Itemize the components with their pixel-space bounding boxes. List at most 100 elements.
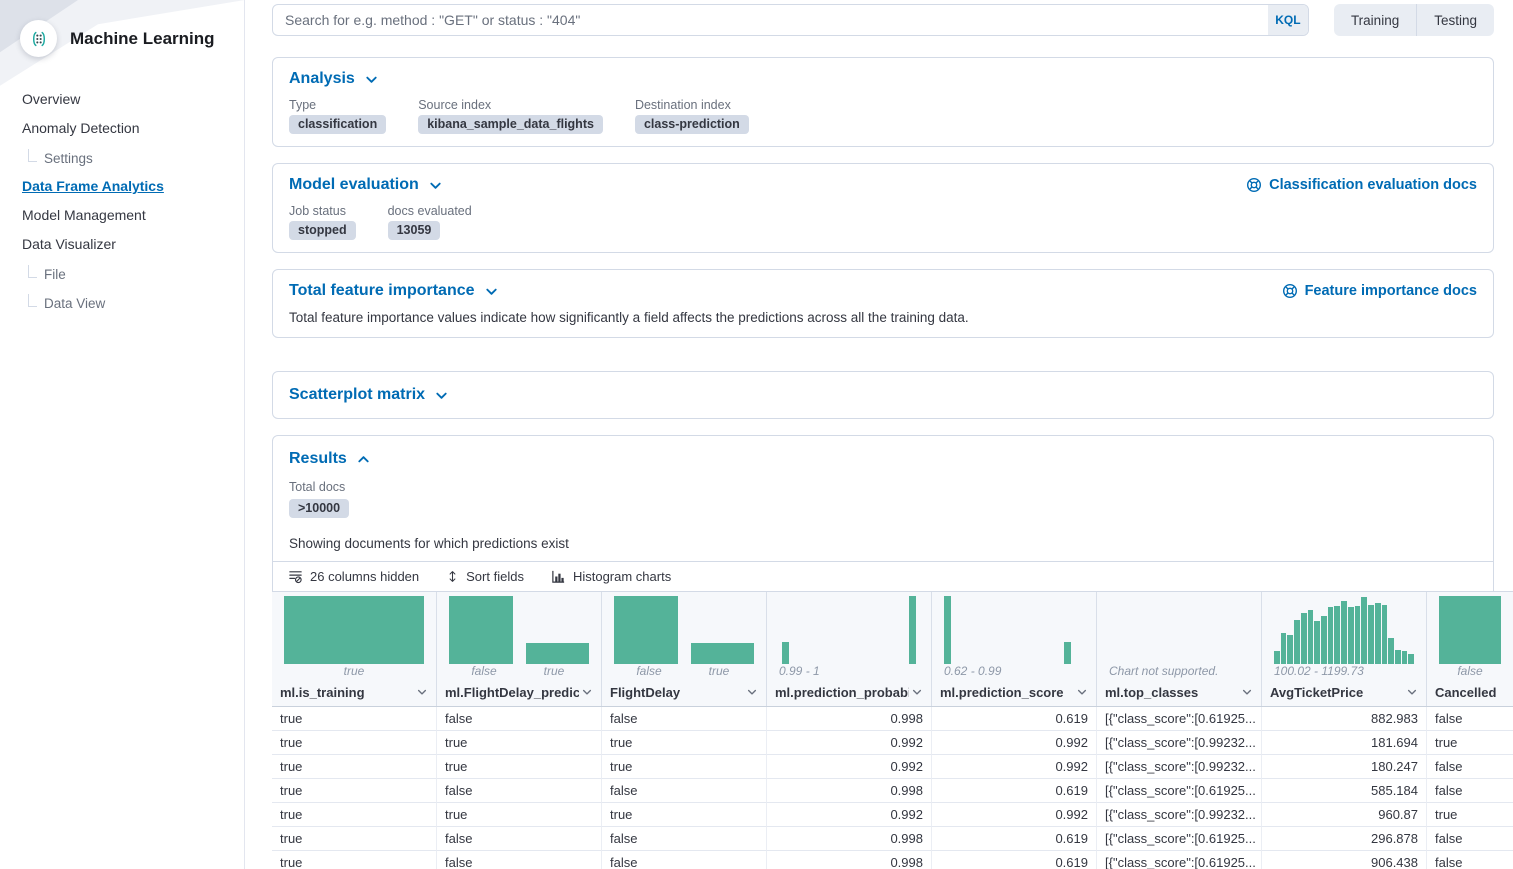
column-actions-chevron-icon[interactable]: [1241, 686, 1253, 698]
classification-evaluation-docs-link[interactable]: Classification evaluation docs: [1246, 177, 1477, 193]
field: Job statusstopped: [289, 204, 356, 240]
table-cell[interactable]: false: [1427, 779, 1513, 803]
field-label: docs evaluated: [388, 204, 472, 218]
table-cell[interactable]: true: [272, 851, 437, 869]
table-cell[interactable]: true: [272, 707, 437, 731]
table-cell[interactable]: true: [272, 755, 437, 779]
table-cell[interactable]: 882.983: [1262, 707, 1427, 731]
main-content: KQL Training Testing Analysis Typeclassi…: [246, 0, 1513, 869]
column-actions-chevron-icon[interactable]: [1406, 686, 1418, 698]
table-cell[interactable]: 181.694: [1262, 731, 1427, 755]
table-cell[interactable]: 0.992: [932, 755, 1097, 779]
table-cell[interactable]: true: [272, 827, 437, 851]
table-cell[interactable]: 906.438: [1262, 851, 1427, 869]
table-cell[interactable]: 0.619: [932, 851, 1097, 869]
histogram-bar-slot: [449, 596, 513, 664]
sidebar-item-label: File: [44, 267, 66, 283]
analysis-title[interactable]: Analysis: [289, 70, 379, 88]
histogram-axis-label: Chart not supported.: [1097, 664, 1261, 683]
table-cell[interactable]: [{"class_score":[0.61925...: [1097, 707, 1262, 731]
table-cell[interactable]: false: [602, 779, 767, 803]
field-value-badge: classification: [289, 115, 386, 134]
table-cell[interactable]: false: [602, 827, 767, 851]
column-actions-chevron-icon[interactable]: [746, 686, 758, 698]
table-cell[interactable]: [{"class_score":[0.99232...: [1097, 803, 1262, 827]
table-cell[interactable]: 296.878: [1262, 827, 1427, 851]
table-cell[interactable]: true: [602, 755, 767, 779]
table-cell[interactable]: [{"class_score":[0.61925...: [1097, 851, 1262, 869]
histogram-bar: [526, 643, 590, 664]
histogram-area: [779, 596, 919, 664]
table-cell[interactable]: true: [437, 803, 602, 827]
table-cell[interactable]: 0.998: [767, 827, 932, 851]
column-histogram-chart: [1097, 592, 1261, 664]
sidebar-item-model-management[interactable]: Model Management: [22, 207, 244, 223]
scatterplot-matrix-title[interactable]: Scatterplot matrix: [289, 386, 1477, 404]
table-cell[interactable]: true: [272, 731, 437, 755]
sort-fields-button[interactable]: Sort fields: [446, 569, 524, 584]
table-cell[interactable]: false: [1427, 827, 1513, 851]
histogram-bar: [782, 642, 789, 664]
table-cell[interactable]: true: [1427, 803, 1513, 827]
table-cell[interactable]: 0.998: [767, 779, 932, 803]
feature-importance-docs-link[interactable]: Feature importance docs: [1282, 283, 1477, 299]
model-evaluation-title[interactable]: Model evaluation: [289, 176, 443, 194]
table-cell[interactable]: true: [602, 731, 767, 755]
results-title[interactable]: Results: [289, 450, 1477, 468]
sidebar-item-settings[interactable]: Settings: [28, 149, 244, 167]
table-cell[interactable]: 585.184: [1262, 779, 1427, 803]
column-actions-chevron-icon[interactable]: [581, 686, 593, 698]
table-cell[interactable]: 0.619: [932, 779, 1097, 803]
table-cell[interactable]: true: [437, 755, 602, 779]
page-title: Machine Learning: [70, 29, 215, 49]
table-cell[interactable]: 0.619: [932, 707, 1097, 731]
grid-column-header-Cancelled: falseCancelled: [1427, 592, 1513, 706]
sidebar-item-data-frame-analytics[interactable]: Data Frame Analytics: [22, 178, 244, 194]
table-cell[interactable]: true: [272, 779, 437, 803]
table-cell[interactable]: false: [1427, 755, 1513, 779]
table-cell[interactable]: false: [437, 779, 602, 803]
table-cell[interactable]: [{"class_score":[0.61925...: [1097, 779, 1262, 803]
training-button[interactable]: Training: [1334, 4, 1416, 36]
table-cell[interactable]: true: [437, 731, 602, 755]
kql-button[interactable]: KQL: [1268, 5, 1308, 35]
table-cell[interactable]: false: [602, 707, 767, 731]
table-cell[interactable]: 0.992: [932, 731, 1097, 755]
table-cell[interactable]: false: [1427, 851, 1513, 869]
column-actions-chevron-icon[interactable]: [1076, 686, 1088, 698]
columns-hidden-button[interactable]: 26 columns hidden: [288, 569, 419, 584]
table-cell[interactable]: false: [602, 851, 767, 869]
table-cell[interactable]: [{"class_score":[0.99232...: [1097, 755, 1262, 779]
testing-button[interactable]: Testing: [1416, 4, 1494, 36]
sidebar-item-data-visualizer[interactable]: Data Visualizer: [22, 236, 244, 252]
table-cell[interactable]: false: [437, 707, 602, 731]
table-cell[interactable]: false: [437, 851, 602, 869]
table-cell[interactable]: [{"class_score":[0.61925...: [1097, 827, 1262, 851]
sidebar-item-data-view[interactable]: Data View: [28, 294, 244, 312]
sidebar-item-overview[interactable]: Overview: [22, 91, 244, 107]
table-cell[interactable]: 0.998: [767, 707, 932, 731]
table-cell[interactable]: [{"class_score":[0.99232...: [1097, 731, 1262, 755]
histogram-area: [944, 596, 1084, 664]
table-cell[interactable]: true: [602, 803, 767, 827]
histogram-charts-button[interactable]: Histogram charts: [551, 569, 671, 584]
table-cell[interactable]: 0.992: [767, 731, 932, 755]
table-cell[interactable]: 0.619: [932, 827, 1097, 851]
table-cell[interactable]: 0.992: [767, 755, 932, 779]
search-input[interactable]: [272, 4, 1309, 36]
table-cell[interactable]: false: [437, 827, 602, 851]
table-cell[interactable]: 960.87: [1262, 803, 1427, 827]
table-cell[interactable]: true: [1427, 731, 1513, 755]
table-cell[interactable]: 0.992: [767, 803, 932, 827]
table-cell[interactable]: false: [1427, 707, 1513, 731]
feature-importance-title[interactable]: Total feature importance: [289, 282, 499, 300]
histogram-bar: [1308, 610, 1314, 664]
table-cell[interactable]: 0.998: [767, 851, 932, 869]
table-cell[interactable]: true: [272, 803, 437, 827]
column-actions-chevron-icon[interactable]: [416, 686, 428, 698]
table-cell[interactable]: 0.992: [932, 803, 1097, 827]
column-actions-chevron-icon[interactable]: [911, 686, 923, 698]
sidebar-item-file[interactable]: File: [28, 265, 244, 283]
table-cell[interactable]: 180.247: [1262, 755, 1427, 779]
sidebar-item-anomaly-detection[interactable]: Anomaly Detection: [22, 120, 244, 136]
